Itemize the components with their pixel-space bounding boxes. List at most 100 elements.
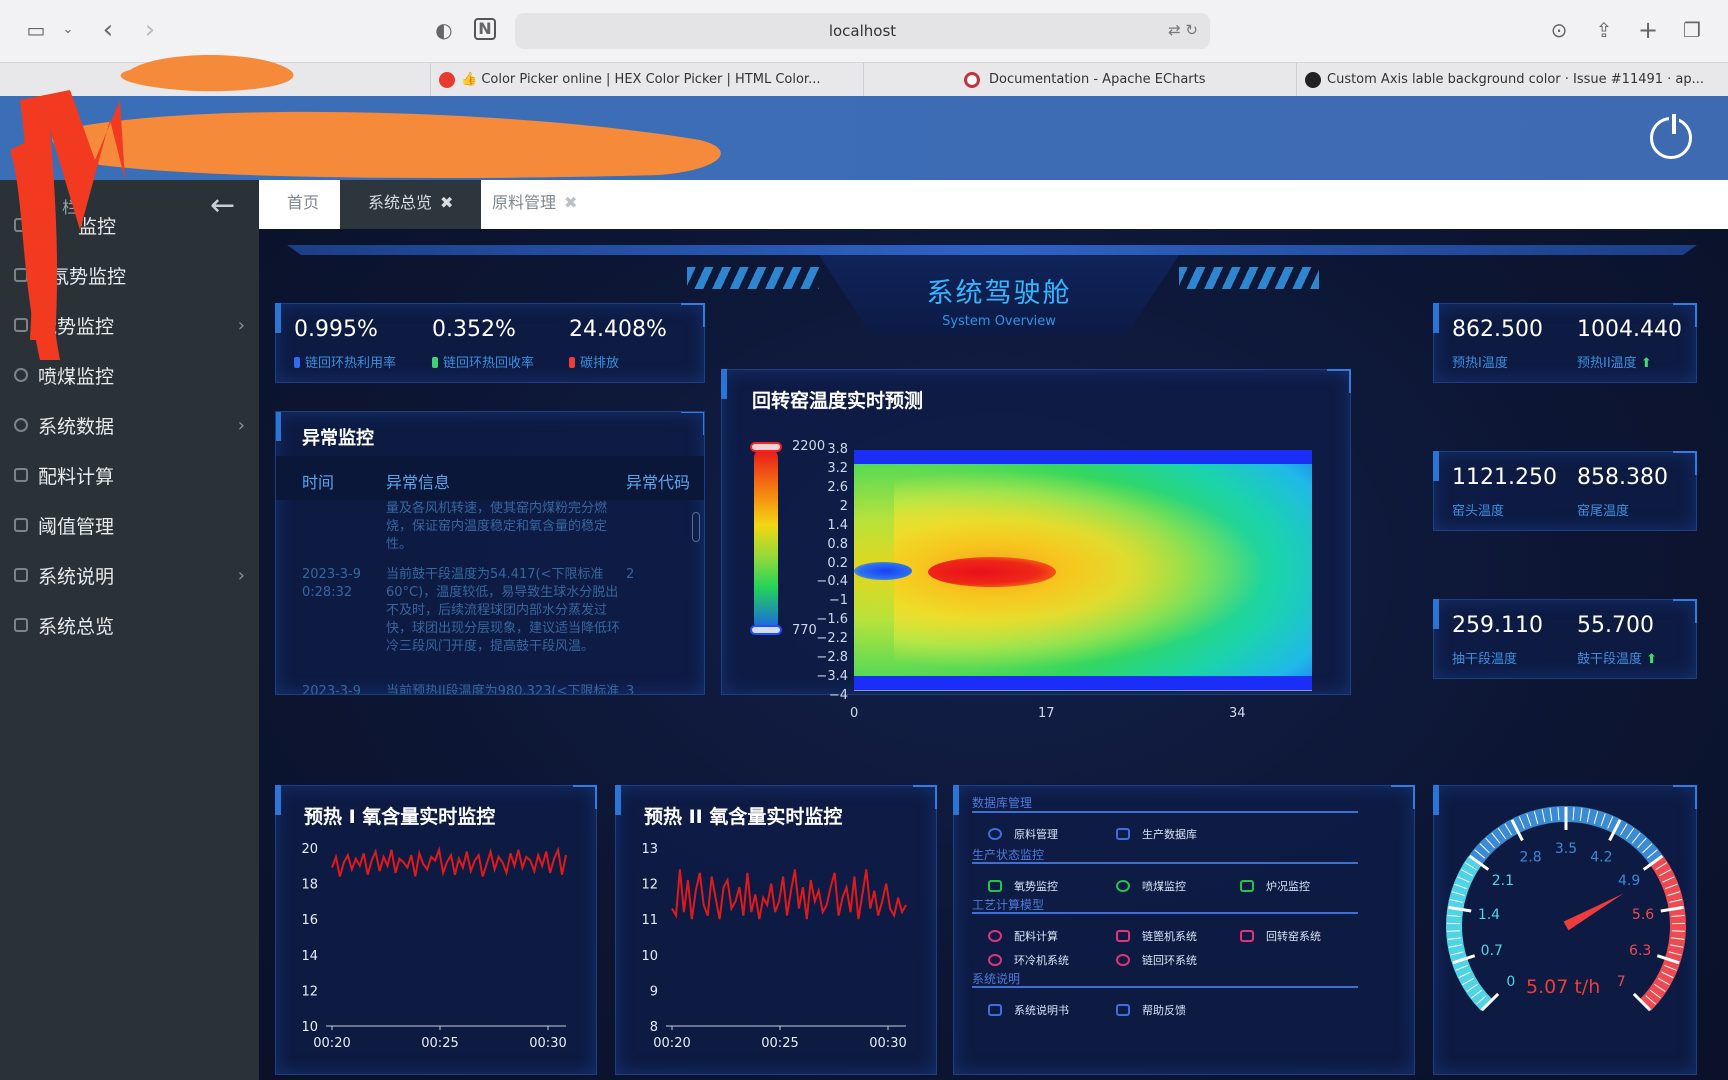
- module-link[interactable]: 系统说明书: [988, 1002, 1069, 1018]
- panel-title: 回转窑温度实时预测: [752, 390, 924, 412]
- scale-handle-bottom[interactable]: [750, 625, 782, 635]
- display-icon: [1240, 880, 1254, 892]
- tab-overview-icon[interactable]: ❐: [1680, 18, 1704, 42]
- sidebar-toggle-icon[interactable]: ▭: [24, 18, 48, 42]
- sidebar-item[interactable]: 配料计算: [0, 450, 259, 500]
- gauge-needle: [1563, 893, 1624, 931]
- close-icon[interactable]: ✖: [440, 193, 453, 212]
- scrollbar-thumb[interactable]: [692, 512, 700, 542]
- tab-label: 系统总览: [368, 193, 433, 212]
- sidebar-item-label: 喷煤监控: [38, 365, 115, 388]
- y-tick-label: −2.2: [816, 631, 848, 647]
- module-link[interactable]: 链篦机系统: [1116, 928, 1197, 944]
- section-title: 系统说明: [972, 972, 1021, 986]
- series-line: [671, 869, 907, 920]
- gauge-label: 4.2: [1590, 850, 1612, 866]
- tab-system-overview[interactable]: 系统总览 ✖: [340, 180, 482, 229]
- wall-top: [854, 450, 1312, 464]
- shield-icon[interactable]: ◐: [432, 18, 456, 42]
- chevron-down-icon[interactable]: ⌄: [56, 18, 80, 42]
- gauge-label: 0: [1506, 974, 1515, 990]
- translate-reload-icon[interactable]: ⇄ ↻: [1168, 21, 1198, 39]
- y-tick-label: 0.2: [827, 555, 848, 571]
- gauge-label: 4.9: [1618, 873, 1640, 889]
- chart-title: 预热 II 氧含量实时监控: [644, 806, 843, 828]
- module-link[interactable]: 配料计算: [988, 928, 1058, 944]
- tab-home[interactable]: 首页: [259, 180, 347, 229]
- stat-value: 1121.250: [1452, 465, 1557, 490]
- x-axis-line: [854, 690, 1312, 691]
- stat-value: 259.110: [1452, 613, 1543, 638]
- power-icon[interactable]: [1650, 114, 1692, 159]
- download-icon[interactable]: ⊙: [1547, 18, 1571, 42]
- module-link[interactable]: 炉况监控: [1240, 878, 1310, 894]
- new-tab-icon[interactable]: +: [1636, 18, 1660, 42]
- module-link[interactable]: 回转窑系统: [1240, 928, 1321, 944]
- sidebar-item[interactable]: 系统数据 ›: [0, 400, 259, 450]
- sidebar-item[interactable]: 喷煤监控: [0, 350, 259, 400]
- module-link[interactable]: 链回环系统: [1116, 952, 1197, 968]
- x-tick-label: 34: [1229, 706, 1246, 721]
- sidebar-item[interactable]: 能势监控 ›: [0, 300, 259, 350]
- y-tick-label: −2.8: [816, 650, 848, 666]
- gauge-label: 0.7: [1481, 943, 1503, 959]
- mail-icon: [1116, 1004, 1130, 1016]
- x-tick-label: 00:20: [313, 1036, 350, 1051]
- alarm-code: 3: [626, 684, 635, 695]
- module-link[interactable]: 生产数据库: [1116, 826, 1197, 842]
- module-link[interactable]: 环冷机系统: [988, 952, 1069, 968]
- stat-label: 碳排放: [569, 352, 619, 371]
- back-icon[interactable]: ‹: [96, 17, 120, 43]
- sidebar-item[interactable]: 氛势监控: [0, 250, 259, 300]
- tab-material-management[interactable]: 原料管理 ✖: [464, 180, 605, 229]
- alarm-panel: 异常监控 时间 异常信息 异常代码 量及各风机转速，使其窑内煤粉完分燃烧，保证窑…: [275, 411, 705, 695]
- gauge-label: 1.4: [1478, 907, 1500, 923]
- close-icon[interactable]: ✖: [564, 193, 577, 212]
- browser-tab[interactable]: Documentation - Apache ECharts: [863, 63, 1296, 97]
- loop-icon: [1116, 954, 1130, 966]
- module-link[interactable]: 原料管理: [988, 826, 1058, 842]
- gauge-label: 2.8: [1519, 850, 1541, 866]
- scale-handle-top[interactable]: [750, 442, 782, 452]
- forward-icon[interactable]: ›: [138, 17, 162, 43]
- notion-icon[interactable]: N: [474, 18, 496, 40]
- stat-label: 抽干段温度: [1452, 652, 1518, 667]
- module-link-label: 链回环系统: [1142, 954, 1197, 967]
- cooler-icon: [988, 954, 1002, 966]
- chevron-right-icon: ›: [237, 564, 245, 586]
- stat-label-text: 碳排放: [580, 356, 620, 371]
- module-navigation-panel: 数据库管理 原料管理 生产数据库 生产状态监控 氧势监控 喷煤监控 炉况监控 工…: [953, 785, 1415, 1075]
- decorative-hatch: [1179, 267, 1319, 289]
- stat-label-text: 链回环热利用率: [305, 356, 397, 371]
- y-tick-label: 12: [641, 878, 658, 893]
- share-icon[interactable]: ⇪: [1592, 18, 1616, 42]
- browser-tab-label: 👍 Color Picker online | HEX Color Picker…: [461, 72, 821, 87]
- dashboard-subtitle: System Overview: [942, 314, 1056, 329]
- module-link-label: 系统说明书: [1014, 1004, 1069, 1017]
- feed-rate-gauge-panel: 0 0.7 1.4 2.1 2.8 3.5 4.2 4.9 5.6 6.3 7 5.07 t/h: [1433, 785, 1697, 1075]
- sidebar-item[interactable]: 监控: [0, 200, 259, 250]
- chart-icon: [14, 268, 28, 282]
- module-link[interactable]: 喷煤监控: [1116, 878, 1186, 894]
- stat-label-text: 鼓干段温度: [1577, 652, 1643, 667]
- sidebar-item[interactable]: 系统总览: [0, 600, 259, 650]
- oxygen-line-chart: 13 12 11 10 9 800:20 00:25 00:30: [641, 842, 907, 1051]
- module-link[interactable]: 帮助反馈: [1116, 1002, 1186, 1018]
- sidebar-item[interactable]: 系统说明 ›: [0, 550, 259, 600]
- stat-label-text: 预热II温度: [1577, 356, 1637, 371]
- preheat-temp-panel: 862.500 1004.440 预热I温度 预热II温度 ⬆: [1433, 303, 1697, 383]
- efficiency-stats-panel: 0.995% 0.352% 24.408% 链回环热利用率 链回环热回收率 碳排…: [275, 303, 705, 383]
- module-link-label: 氧势监控: [1014, 880, 1058, 893]
- stat-label: 预热I温度: [1452, 356, 1508, 371]
- y-tick-label: 16: [301, 913, 318, 928]
- module-link[interactable]: 氧势监控: [988, 878, 1058, 894]
- address-bar[interactable]: localhost ⇄ ↻: [515, 13, 1210, 49]
- y-tick-label: 2: [839, 498, 848, 514]
- browser-tab[interactable]: 👍 Color Picker online | HEX Color Picker…: [430, 63, 863, 97]
- color-picker-favicon-icon: [439, 72, 455, 88]
- module-link-label: 环冷机系统: [1014, 954, 1069, 967]
- gauge-value: 5.07 t/h: [1526, 976, 1601, 998]
- y-tick-label: 12: [301, 984, 318, 999]
- browser-tab[interactable]: Custom Axis lable background color · Iss…: [1296, 63, 1728, 97]
- sidebar-item[interactable]: 阈值管理: [0, 500, 259, 550]
